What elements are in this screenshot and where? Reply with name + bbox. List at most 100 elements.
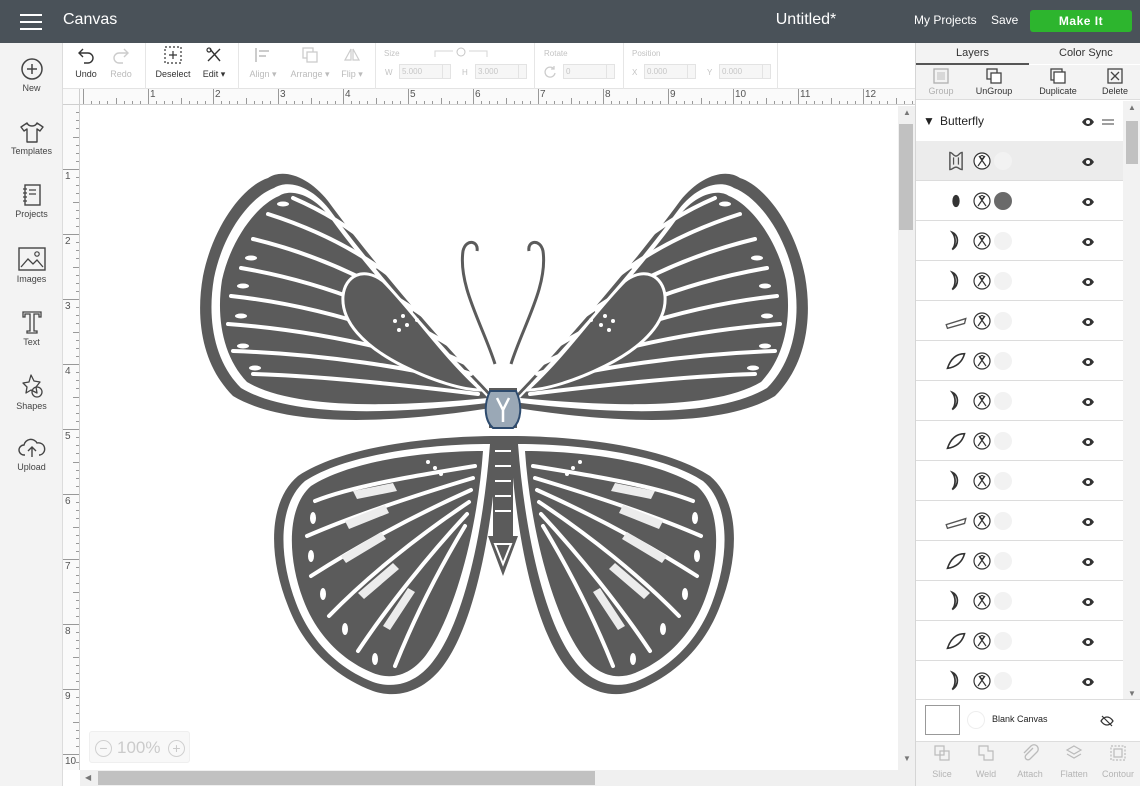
layers-scrollbar[interactable]: ▲ ▼ [1123, 101, 1140, 701]
eye-icon[interactable] [1081, 597, 1095, 607]
contour-button[interactable]: Contour [1098, 744, 1138, 779]
tab-layers[interactable]: Layers [956, 47, 989, 59]
delete-button[interactable]: Delete [1097, 67, 1133, 96]
scroll-left-icon[interactable]: ◀ [85, 773, 91, 782]
sidebar-item-new[interactable]: New [0, 57, 63, 93]
layer-row[interactable] [916, 541, 1123, 581]
cut-operation-icon[interactable] [973, 352, 991, 370]
cut-operation-icon[interactable] [973, 152, 991, 170]
attach-button[interactable]: Attach [1010, 744, 1050, 779]
zoom-in-button[interactable]: + [168, 740, 185, 757]
cut-operation-icon[interactable] [973, 392, 991, 410]
layer-row[interactable] [916, 261, 1123, 301]
layer-color-swatch[interactable] [994, 552, 1012, 570]
undo-button[interactable]: Undo [71, 45, 101, 79]
layer-row[interactable] [916, 181, 1123, 221]
color-swatch[interactable] [967, 711, 985, 729]
cut-operation-icon[interactable] [973, 632, 991, 650]
scroll-thumb[interactable] [1126, 121, 1138, 164]
scroll-thumb[interactable] [899, 124, 913, 230]
x-field[interactable]: 0.000 [644, 64, 696, 79]
save-button[interactable]: Save [991, 13, 1018, 27]
butterfly-design[interactable] [80, 106, 898, 770]
cut-operation-icon[interactable] [973, 472, 991, 490]
layer-row[interactable] [916, 461, 1123, 501]
canvas-horizontal-scrollbar[interactable]: ◀ [80, 770, 915, 786]
sidebar-item-text[interactable]: Text [0, 309, 63, 347]
sidebar-item-projects[interactable]: Projects [0, 183, 63, 219]
layer-color-swatch[interactable] [994, 512, 1012, 530]
eye-icon[interactable] [1081, 437, 1095, 447]
eye-icon[interactable] [1081, 317, 1095, 327]
layer-color-swatch[interactable] [994, 592, 1012, 610]
layer-color-swatch[interactable] [994, 192, 1012, 210]
flatten-button[interactable]: Flatten [1054, 744, 1094, 779]
drag-handle-icon[interactable] [1102, 118, 1114, 126]
deselect-button[interactable]: Deselect [153, 45, 193, 79]
canvas-vertical-scrollbar[interactable]: ▲ ▼ [898, 106, 915, 770]
eye-icon[interactable] [1081, 197, 1095, 207]
layer-color-swatch[interactable] [994, 352, 1012, 370]
align-menu[interactable]: Align ▾ [245, 45, 281, 80]
eye-icon[interactable] [1081, 637, 1095, 647]
layer-row[interactable] [916, 421, 1123, 461]
sidebar-item-shapes[interactable]: Shapes [0, 373, 63, 411]
cut-operation-icon[interactable] [973, 552, 991, 570]
eye-icon[interactable] [1081, 157, 1095, 167]
layer-group-butterfly[interactable]: ▼ Butterfly [916, 101, 1122, 141]
layer-color-swatch[interactable] [994, 152, 1012, 170]
arrange-menu[interactable]: Arrange ▾ [287, 45, 333, 80]
eye-icon[interactable] [1081, 557, 1095, 567]
layer-color-swatch[interactable] [994, 272, 1012, 290]
cut-operation-icon[interactable] [973, 672, 991, 690]
layer-color-swatch[interactable] [994, 472, 1012, 490]
zoom-out-button[interactable]: − [95, 740, 112, 757]
cut-operation-icon[interactable] [973, 232, 991, 250]
eye-icon[interactable] [1081, 477, 1095, 487]
eye-icon[interactable] [1081, 677, 1095, 687]
design-canvas[interactable] [80, 106, 898, 770]
eye-icon[interactable] [1081, 277, 1095, 287]
sidebar-item-images[interactable]: Images [0, 246, 63, 284]
scroll-down-icon[interactable]: ▼ [903, 754, 911, 763]
layer-row[interactable] [916, 301, 1123, 341]
scroll-thumb[interactable] [98, 771, 595, 785]
ungroup-button[interactable]: UnGroup [971, 67, 1017, 96]
make-it-button[interactable]: Make It [1030, 10, 1132, 32]
weld-button[interactable]: Weld [966, 744, 1006, 779]
layer-color-swatch[interactable] [994, 232, 1012, 250]
layer-row[interactable] [916, 141, 1123, 181]
eye-icon[interactable] [1081, 517, 1095, 527]
duplicate-button[interactable]: Duplicate [1033, 67, 1083, 96]
layer-row[interactable] [916, 341, 1123, 381]
group-button[interactable]: Group [924, 67, 958, 96]
layer-row[interactable] [916, 381, 1123, 421]
scroll-up-icon[interactable]: ▲ [1128, 103, 1136, 112]
blank-canvas-row[interactable]: Blank Canvas [916, 699, 1140, 741]
layer-row[interactable] [916, 621, 1123, 661]
layer-color-swatch[interactable] [994, 392, 1012, 410]
edit-menu[interactable]: Edit ▾ [198, 45, 230, 80]
eye-icon[interactable] [1081, 117, 1095, 127]
sidebar-item-templates[interactable]: Templates [0, 120, 63, 156]
flip-menu[interactable]: Flip ▾ [338, 45, 366, 80]
cut-operation-icon[interactable] [973, 512, 991, 530]
layer-color-swatch[interactable] [994, 672, 1012, 690]
cut-operation-icon[interactable] [973, 272, 991, 290]
eye-icon[interactable] [1081, 357, 1095, 367]
blank-canvas-swatch[interactable] [925, 705, 960, 735]
cut-operation-icon[interactable] [973, 432, 991, 450]
layer-color-swatch[interactable] [994, 632, 1012, 650]
my-projects-link[interactable]: My Projects [914, 13, 977, 27]
tab-color-sync[interactable]: Color Sync [1059, 47, 1113, 59]
cut-operation-icon[interactable] [973, 312, 991, 330]
layer-row[interactable] [916, 581, 1123, 621]
rotate-field[interactable]: 0 [563, 64, 615, 79]
scroll-up-icon[interactable]: ▲ [903, 108, 911, 117]
cut-operation-icon[interactable] [973, 592, 991, 610]
layer-row[interactable] [916, 221, 1123, 261]
sidebar-item-upload[interactable]: Upload [0, 436, 63, 472]
eye-icon[interactable] [1081, 237, 1095, 247]
collapse-icon[interactable]: ▼ [923, 114, 935, 128]
cut-operation-icon[interactable] [973, 192, 991, 210]
